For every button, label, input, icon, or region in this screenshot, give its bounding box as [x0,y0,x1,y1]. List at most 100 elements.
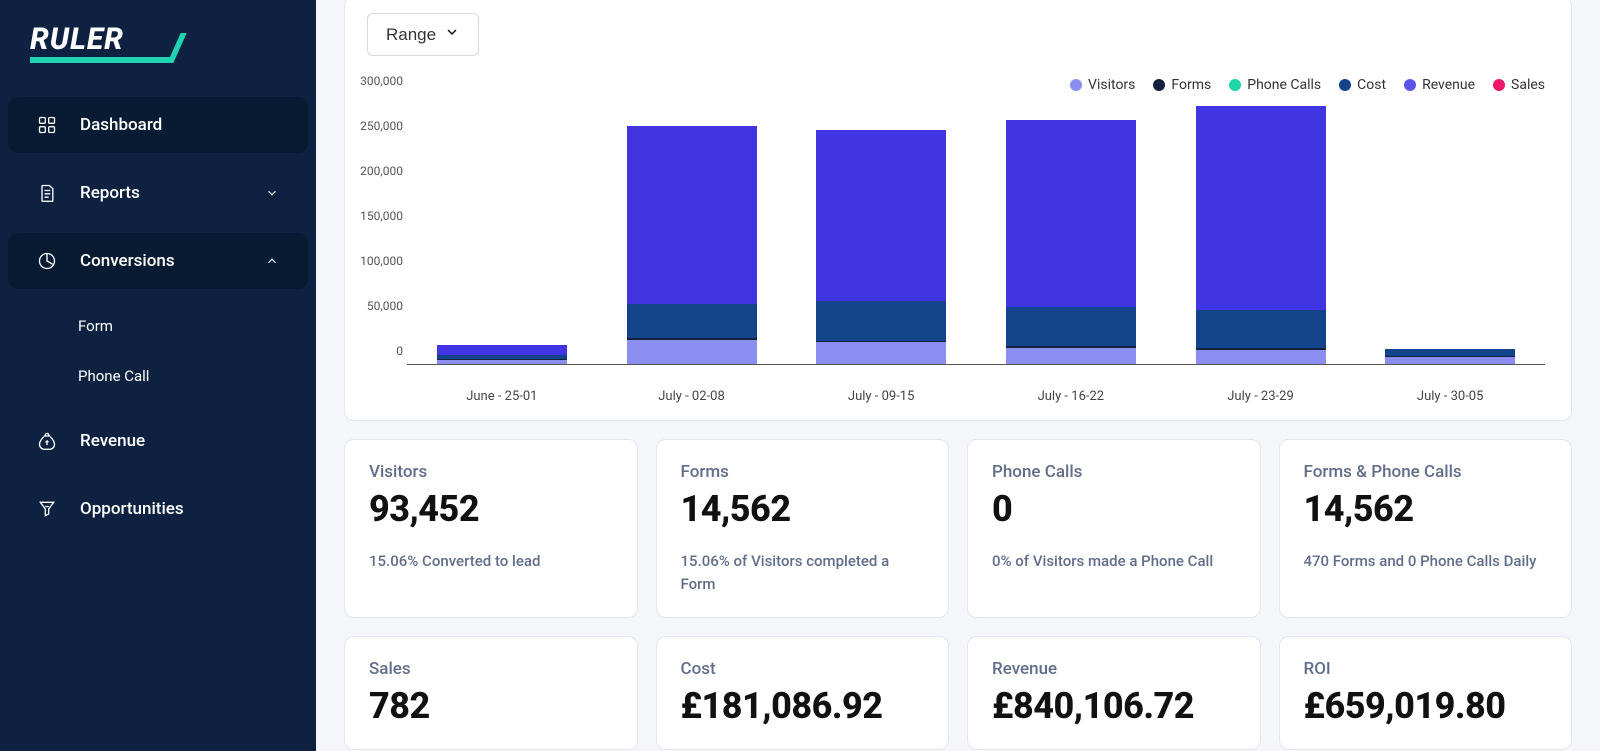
legend-label: Forms [1171,77,1211,93]
logo-underline [30,57,170,63]
sidebar-item-label: Dashboard [80,115,162,135]
bar-segment [1006,348,1136,364]
x-tick-label: July - 23-29 [1227,389,1294,404]
bar-group[interactable] [1196,106,1326,364]
bar-group[interactable] [1385,349,1515,364]
kpi-value: 14,562 [681,488,925,530]
x-tick-label: July - 30-05 [1417,389,1484,404]
legend-swatch [1070,79,1082,91]
bar-segment [437,360,567,365]
sidebar: RULER Dashboard Reports Conversions [0,0,316,751]
kpi-card: Phone Calls00% of Visitors made a Phone … [967,439,1261,618]
sidebar-item-conversions[interactable]: Conversions [8,233,308,289]
y-tick-label: 0 [353,344,403,358]
bar-group[interactable] [816,130,946,364]
kpi-value: £181,086.92 [681,685,925,727]
bar-segment [627,126,757,303]
kpi-title: ROI [1304,659,1548,679]
kpi-title: Forms & Phone Calls [1304,462,1548,482]
chart-area: 050,000100,000150,000200,000250,000300,0… [407,97,1545,385]
legend-item[interactable]: Revenue [1404,77,1475,93]
kpi-value: 93,452 [369,488,613,530]
kpi-value: 14,562 [1304,488,1548,530]
kpi-subtext: 470 Forms and 0 Phone Calls Daily [1304,550,1548,573]
bar-segment [1385,349,1515,356]
sidebar-subitem-label: Form [78,317,113,335]
kpi-value: 782 [369,685,613,727]
bar-segment [1196,350,1326,364]
sidebar-subitem-label: Phone Call [78,367,149,385]
funnel-icon [36,498,58,520]
logo: RULER [0,18,316,87]
legend-swatch [1339,79,1351,91]
piechart-icon [36,250,58,272]
kpi-title: Visitors [369,462,613,482]
legend-label: Visitors [1088,77,1135,93]
kpi-card: ROI £659,019.80 [1279,636,1573,750]
kpi-title: Sales [369,659,613,679]
x-tick-label: July - 02-08 [658,389,725,404]
bar-group[interactable] [1006,120,1136,364]
x-axis: June - 25-01July - 02-08July - 09-15July… [407,389,1545,409]
document-icon [36,182,58,204]
sidebar-subitem-phone-call[interactable]: Phone Call [8,351,308,401]
x-tick-label: July - 16-22 [1038,389,1105,404]
kpi-card: Forms & Phone Calls 14,562 470 Forms and 0… [1279,439,1573,618]
primary-nav: Dashboard Reports Conversions Form Phone… [0,97,316,537]
y-tick-label: 200,000 [353,164,403,178]
y-tick-label: 100,000 [353,254,403,268]
kpi-row: Sales 782 Cost£181,086.92 Revenue £840,106.7… [344,636,1572,750]
bar-segment [1196,106,1326,310]
legend-item[interactable]: Visitors [1070,77,1135,93]
kpi-title: Phone Calls [992,462,1236,482]
sidebar-item-label: Reports [80,183,140,203]
x-tick-label: June - 25-01 [466,389,537,404]
y-tick-label: 250,000 [353,119,403,133]
bar-segment [1006,120,1136,307]
bar-group[interactable] [437,345,567,364]
range-button[interactable]: Range [367,13,479,56]
chart-card: Range Visitors Forms Phone Calls Cost Revenu… [344,0,1572,421]
bar-segment [1196,310,1326,348]
kpi-value: £659,019.80 [1304,685,1548,727]
chevron-down-icon [264,185,280,201]
bar-segment [816,130,946,301]
chart-plot [407,97,1545,365]
chevron-up-icon [264,253,280,269]
kpi-card: Sales 782 [344,636,638,750]
kpi-card: Revenue £840,106.72 [967,636,1261,750]
range-button-label: Range [386,25,436,45]
bar-segment [1385,357,1515,364]
sidebar-item-dashboard[interactable]: Dashboard [8,97,308,153]
kpi-row: Visitors 93,452 15.06% Converted to lead Fo… [344,439,1572,618]
y-tick-label: 50,000 [353,299,403,313]
legend-swatch [1404,79,1416,91]
sidebar-item-reports[interactable]: Reports [8,165,308,221]
kpi-subtext: 15.06% Converted to lead [369,550,613,573]
kpi-value: 0 [992,488,1236,530]
legend-item[interactable]: Cost [1339,77,1386,93]
y-tick-label: 300,000 [353,74,403,88]
sidebar-item-revenue[interactable]: Revenue [8,413,308,469]
legend-label: Revenue [1422,77,1475,93]
chart-legend: Visitors Forms Phone Calls Cost Revenue Sales [1070,77,1545,93]
kpi-subtext: 15.06% of Visitors completed a Form [681,550,925,595]
sidebar-subitem-form[interactable]: Form [8,301,308,351]
kpi-card: Cost£181,086.92 [656,636,950,750]
legend-item[interactable]: Forms [1153,77,1211,93]
y-axis: 050,000100,000150,000200,000250,000300,0… [357,97,407,365]
kpi-value: £840,106.72 [992,685,1236,727]
kpi-title: Revenue [992,659,1236,679]
legend-item[interactable]: Sales [1493,77,1545,93]
legend-label: Sales [1511,77,1545,93]
grid-icon [36,114,58,136]
sidebar-item-label: Opportunities [80,499,184,519]
legend-swatch [1493,79,1505,91]
bar-group[interactable] [627,126,757,364]
kpi-title: Forms [681,462,925,482]
legend-swatch [1229,79,1241,91]
sidebar-item-opportunities[interactable]: Opportunities [8,481,308,537]
chevron-down-icon [444,24,460,45]
legend-item[interactable]: Phone Calls [1229,77,1321,93]
main-content: Range Visitors Forms Phone Calls Cost Revenu… [316,0,1600,751]
